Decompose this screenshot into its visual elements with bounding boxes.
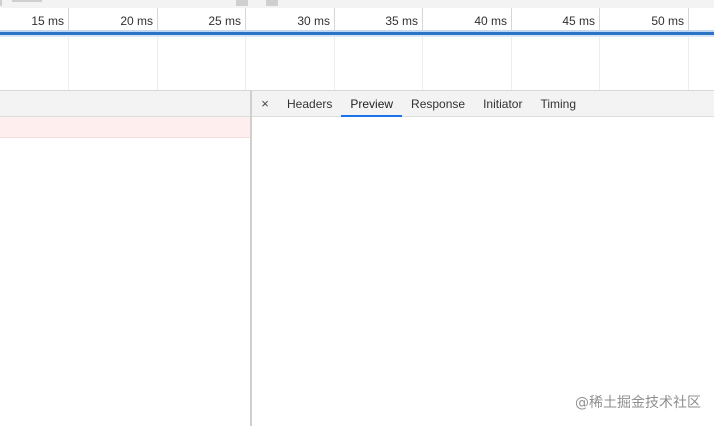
tab-headers[interactable]: Headers <box>278 91 341 116</box>
tab-response[interactable]: Response <box>402 91 474 116</box>
watermark-text: @稀土掘金技术社区 <box>575 395 701 411</box>
tab-initiator[interactable]: Initiator <box>474 91 531 116</box>
ruler-tick-label: 40 ms <box>474 14 507 28</box>
ruler-tick-label: 15 ms <box>31 14 64 28</box>
ruler-tick-label: 35 ms <box>385 14 418 28</box>
ruler-tick <box>599 8 600 31</box>
ruler-tick <box>422 8 423 31</box>
overview-selection-bar[interactable] <box>0 30 714 38</box>
time-ruler: 15 ms 20 ms 25 ms 30 ms 35 ms 40 ms 45 m… <box>0 8 714 32</box>
ruler-tick-label: 25 ms <box>208 14 241 28</box>
request-list-pane <box>0 91 250 426</box>
close-icon[interactable]: × <box>252 91 278 116</box>
details-pane: × Headers Preview Response Initiator Tim… <box>252 91 714 426</box>
ruler-tick-label: 30 ms <box>297 14 330 28</box>
preview-content <box>252 117 714 426</box>
grid-line <box>245 31 246 90</box>
grid-line <box>334 31 335 90</box>
request-row-selected[interactable] <box>0 117 250 138</box>
ruler-tick <box>157 8 158 31</box>
ruler-tick-label: 50 ms <box>651 14 684 28</box>
ruler-tick <box>688 8 689 31</box>
grid-line <box>422 31 423 90</box>
tab-timing[interactable]: Timing <box>531 91 585 116</box>
ruler-tick <box>68 8 69 31</box>
ruler-tick <box>334 8 335 31</box>
grid-line <box>157 31 158 90</box>
tab-preview[interactable]: Preview <box>341 91 402 117</box>
ruler-tick <box>511 8 512 31</box>
grid-line <box>688 31 689 90</box>
grid-line <box>511 31 512 90</box>
grid-line <box>68 31 69 90</box>
ruler-tick <box>245 8 246 31</box>
ruler-tick-label: 20 ms <box>120 14 153 28</box>
ruler-tick-label: 45 ms <box>562 14 595 28</box>
request-list-header <box>0 91 250 117</box>
grid-line <box>599 31 600 90</box>
timeline-overview[interactable]: 15 ms 20 ms 25 ms 30 ms 35 ms 40 ms 45 m… <box>0 8 714 91</box>
details-tabbar: × Headers Preview Response Initiator Tim… <box>252 91 714 117</box>
